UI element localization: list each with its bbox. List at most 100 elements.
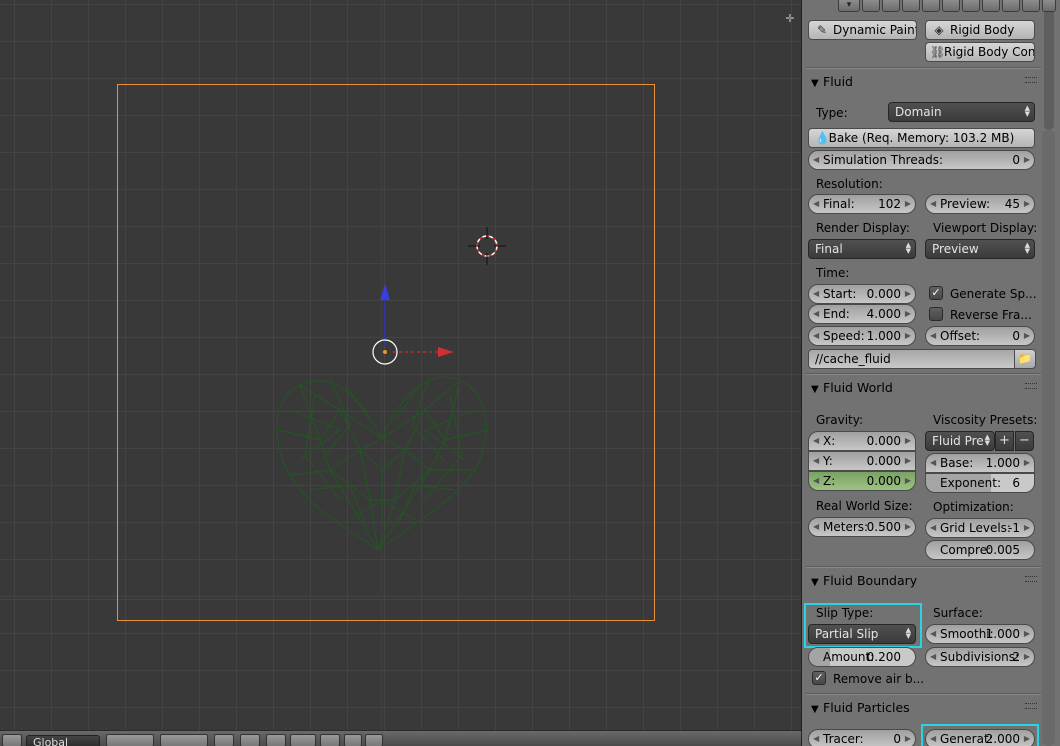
properties-context-tabs: ▾ [838,0,1056,12]
scene-tab-icon[interactable] [902,0,920,12]
time-end-field[interactable]: ◀ End: 4.000 ▶ [808,304,916,324]
drag-grip-icon[interactable] [1025,703,1037,709]
threads-label: Simulation Threads: [823,153,943,167]
gravity-z-field[interactable]: ◀ Z: 0.000 ▶ [808,471,916,491]
manipulator-icon[interactable] [320,734,340,746]
gravity-y-value: 0.000 [866,454,901,468]
tracer-field[interactable]: ◀ Tracer: 0 ▶ [808,729,916,746]
rigid-body-button[interactable]: ◈ Rigid Body [925,20,1035,40]
fluid-boundary-panel-header[interactable]: ▼ Fluid Boundary [806,570,1041,592]
offset-value: 0 [1012,329,1020,343]
viscosity-base-field[interactable]: ◀ Base: 1.000 ▶ [925,453,1035,473]
snap-target-icon[interactable] [290,734,316,746]
meters-label: Meters: [823,520,869,534]
offset-field[interactable]: ◀ Offset: 0 ▶ [925,326,1035,346]
slip-type-select[interactable]: Partial Slip ▲ ▼ [808,624,916,644]
generate-speed-checkbox[interactable]: ✓ [929,286,943,300]
start-label: Start: [823,287,857,301]
properties-scrollbar-thumb[interactable] [1044,0,1054,130]
speed-value: 1.000 [866,329,901,343]
heart-mesh[interactable] [276,376,489,551]
world-tab-icon[interactable] [922,0,940,12]
panel-separator [806,566,1041,568]
opengl-render-icon[interactable] [344,734,362,746]
modifiers-tab-icon[interactable] [982,0,1000,12]
generate-particles-field[interactable]: ◀ Generat: 2.000 ▶ [925,729,1035,746]
speed-field[interactable]: ◀ Speed: 1.000 ▶ [808,326,916,346]
folder-icon[interactable]: 📁 [1014,349,1036,369]
final-resolution-field[interactable]: ◀ Final: 102 ▶ [808,194,916,214]
subdivisions-field[interactable]: ◀ Subdivisions: 2 ▶ [925,647,1035,667]
smoothing-field[interactable]: ◀ Smoothi: 1.000 ▶ [925,624,1035,644]
viscosity-exponent-field[interactable]: Exponent: 6 [925,473,1035,493]
gravity-y-field[interactable]: ◀ Y: 0.000 ▶ [808,451,916,471]
gravity-x-field[interactable]: ◀ X: 0.000 ▶ [808,431,916,451]
render-display-value: Final [815,242,843,256]
viscosity-preset-value: Fluid Pre [932,434,984,448]
proportional-edit-icon[interactable] [240,734,260,746]
end-value: 4.000 [866,307,901,321]
snap-icon[interactable] [266,734,286,746]
generate-speed-label: Generate Sp... [950,287,1037,301]
constraints-tab-icon[interactable] [962,0,980,12]
drag-grip-icon[interactable] [1025,383,1037,389]
render-display-select[interactable]: Final ▲ ▼ [808,239,916,259]
fluid-panel-header[interactable]: ▼ Fluid [806,71,1041,93]
drag-grip-icon[interactable] [1025,576,1037,582]
gravity-y-label: Y: [823,454,833,468]
object-tab-icon[interactable] [942,0,960,12]
time-start-field[interactable]: ◀ Start: 0.000 ▶ [808,284,916,304]
gravity-x-label: X: [823,434,836,448]
meters-field[interactable]: ◀ Meters: 0.500 ▶ [808,517,916,537]
offset-label: Offset: [940,329,981,343]
3d-cursor-icon[interactable] [468,227,506,265]
viewport-display-select[interactable]: Preview ▲ ▼ [925,239,1035,259]
material-tab-icon[interactable] [1022,0,1040,12]
subdivisions-label: Subdivisions: [940,650,1020,664]
threads-value: 0 [1012,153,1020,167]
scene-objects [276,227,506,551]
bake-button[interactable]: 💧 Bake (Req. Memory: 103.2 MB) [808,128,1035,148]
render-layers-tab-icon[interactable] [882,0,900,12]
remove-air-bubbles-checkbox[interactable]: ✓ [812,671,826,685]
transform-manipulator[interactable] [372,284,454,365]
optimization-label: Optimization: [933,500,1014,514]
generate-value: 2.000 [985,732,1020,746]
reverse-frames-checkbox[interactable] [929,307,943,321]
remove-air-bubbles-label: Remove air b... [833,672,925,686]
simulation-threads-field[interactable]: ◀ Simulation Threads: 0 ▶ [808,150,1035,170]
data-tab-icon[interactable] [1002,0,1020,12]
rigid-body-constraint-button[interactable]: ⛓Rigid Body Con... [925,42,1035,62]
preview-label: Preview: [940,197,991,211]
render-tab-icon[interactable] [862,0,880,12]
fluid-type-select[interactable]: Domain ▲ ▼ [888,102,1035,122]
dynamic-paint-label: Dynamic Paint [833,23,917,37]
transform-orientation-select[interactable]: Global [26,735,100,746]
texture-tab-icon[interactable] [1042,0,1056,12]
scene-context-icon[interactable]: ▾ [838,0,860,12]
drag-grip-icon[interactable] [1025,77,1037,83]
cache-path-field[interactable]: //cache_fluid [808,349,1015,369]
fluid-type-value: Domain [895,105,942,119]
slip-amount-field[interactable]: Amount: 0.200 [808,647,916,667]
opengl-anim-icon[interactable] [365,734,383,746]
dynamic-paint-button[interactable]: ✎ Dynamic Paint [808,20,917,40]
compressibility-field[interactable]: Compre: 0.005 [925,540,1035,560]
grid-levels-field[interactable]: ◀ Grid Levels: -1 ▶ [925,518,1035,538]
end-label: End: [823,307,850,321]
fluid-particles-panel-header[interactable]: ▼ Fluid Particles [806,697,1041,719]
panel-separator [806,67,1041,69]
fluid-world-panel-header[interactable]: ▼ Fluid World [806,377,1041,399]
collapse-triangle-icon: ▼ [811,78,819,89]
3d-viewport[interactable]: ✛ [0,0,801,746]
rigid-body-icon: ◈ [934,23,944,37]
properties-scrollbar-track[interactable] [1042,130,1055,746]
editor-type-icon[interactable] [2,734,22,746]
layer-buttons-2[interactable] [160,734,208,746]
layer-buttons[interactable] [106,734,154,746]
add-preset-icon[interactable]: + [995,431,1014,451]
render-layer-icon[interactable] [214,734,234,746]
viscosity-preset-select[interactable]: Fluid Pre ▲ ▼ [925,431,995,451]
remove-preset-icon[interactable]: − [1015,431,1034,451]
preview-resolution-field[interactable]: ◀ Preview: 45 ▶ [925,194,1035,214]
